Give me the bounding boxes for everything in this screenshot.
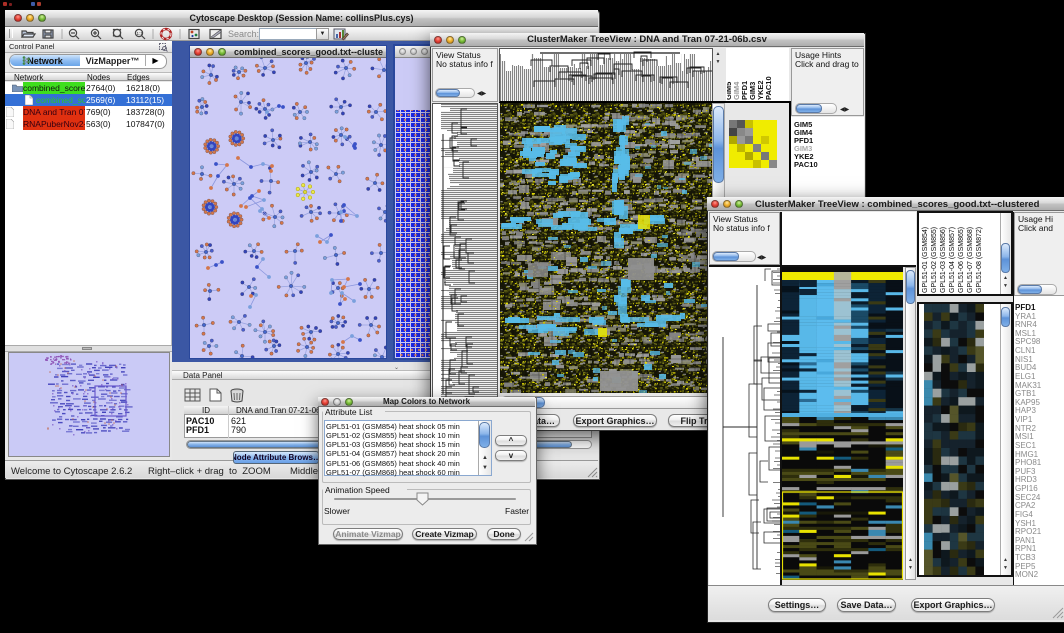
svg-text:GPL51-04 (GSM857): GPL51-04 (GSM857) (949, 227, 956, 293)
svg-text:GPL51-08 (GSM872): GPL51-08 (GSM872) (976, 227, 983, 293)
svg-text:GPL51-01 (GSM854): GPL51-01 (GSM854) (922, 227, 929, 293)
svg-text:GPL51-06 (GSM865): GPL51-06 (GSM865) (958, 227, 965, 293)
svg-text:GPL51-07 (GSM868): GPL51-07 (GSM868) (967, 227, 974, 293)
svg-text:1:1: 1:1 (137, 31, 144, 36)
svg-text:GPL51-02 (GSM855): GPL51-02 (GSM855) (931, 227, 938, 293)
svg-text:GPL51-03 (GSM856): GPL51-03 (GSM856) (940, 227, 947, 293)
svg-text:PAC10: PAC10 (764, 76, 773, 100)
